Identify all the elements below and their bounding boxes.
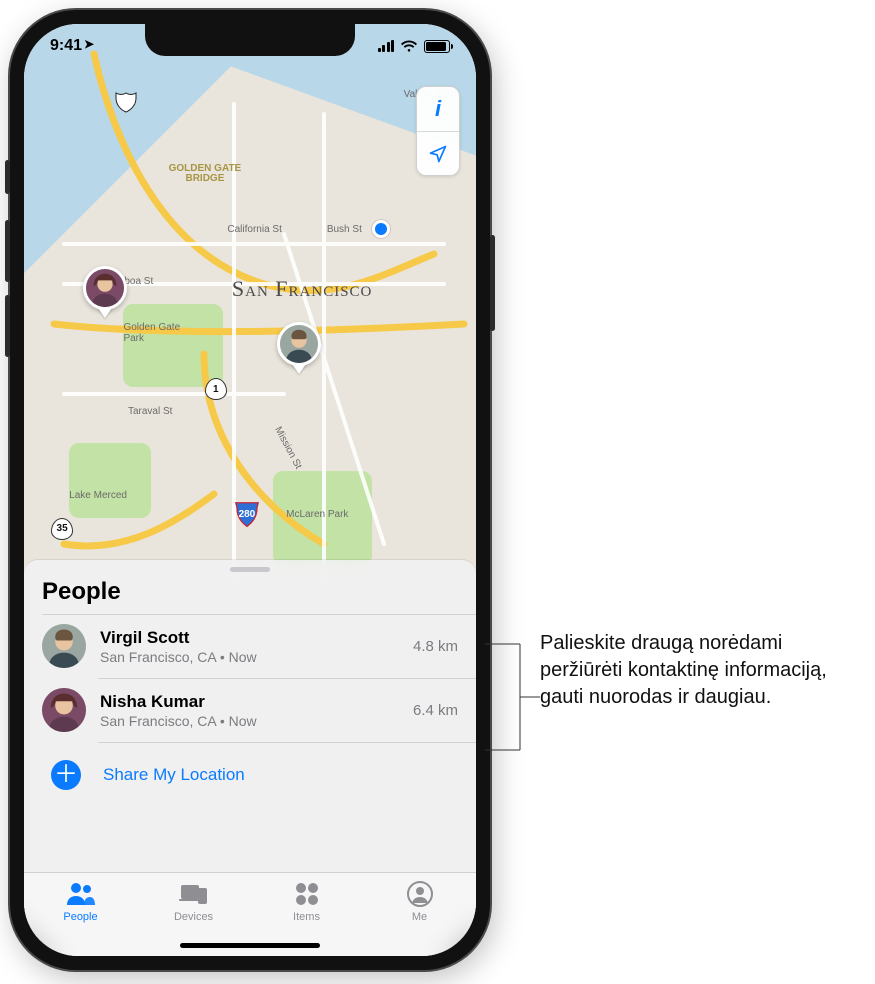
map-track-button[interactable] — [417, 131, 459, 175]
tab-people[interactable]: People — [24, 873, 137, 956]
location-services-icon: ➤ — [84, 37, 94, 51]
tab-me[interactable]: Me — [363, 873, 476, 956]
status-time: 9:41 — [50, 37, 82, 55]
sheet-grabber[interactable] — [230, 567, 270, 572]
map-label-taraval: Taraval St — [128, 406, 172, 417]
people-icon — [65, 880, 97, 908]
map-label-california: California St — [227, 224, 281, 235]
person-distance: 4.8 km — [413, 638, 458, 655]
person-distance: 6.4 km — [413, 702, 458, 719]
person-name: Virgil Scott — [100, 628, 399, 648]
map-label-ggb: GOLDEN GATE BRIDGE — [169, 164, 242, 185]
tab-label: People — [63, 911, 97, 923]
map-label-ggp: Golden Gate Park — [123, 322, 180, 344]
tab-label: Devices — [174, 911, 213, 923]
side-power-button — [490, 235, 495, 331]
battery-icon — [424, 40, 450, 53]
person-row-nisha[interactable]: Nisha Kumar San Francisco, CA • Now 6.4 … — [24, 678, 476, 742]
route-shield-ca1: 1 — [205, 378, 227, 400]
location-arrow-icon — [428, 144, 448, 164]
items-icon — [294, 880, 320, 908]
tab-label: Items — [293, 911, 320, 923]
friend-pin-virgil[interactable] — [277, 322, 321, 366]
map-label-mclaren: McLaren Park — [286, 509, 348, 520]
route-shield-ca35: 35 — [51, 518, 73, 540]
route-shield-us101: 101 — [114, 89, 138, 113]
help-callout: Palieskite draugą norėdami peržiūrėti ko… — [540, 630, 860, 970]
map-city-label: San Francisco — [232, 276, 373, 302]
person-name: Nisha Kumar — [100, 692, 399, 712]
map-label-lake: Lake Merced — [69, 490, 127, 501]
map-label-bush: Bush St — [327, 224, 362, 235]
screen: 9:41 ➤ — [24, 24, 476, 956]
person-sub: San Francisco, CA • Now — [100, 649, 399, 665]
people-list: Virgil Scott San Francisco, CA • Now 4.8… — [24, 614, 476, 800]
home-indicator[interactable] — [180, 943, 320, 948]
iphone-frame: 9:41 ➤ — [10, 10, 490, 970]
devices-icon — [179, 880, 209, 908]
callout-leader-line — [485, 638, 540, 758]
share-my-location-row[interactable]: ＋ Share My Location — [24, 742, 476, 800]
callout-text: Palieskite draugą norėdami peržiūrėti ko… — [540, 632, 827, 708]
person-row-virgil[interactable]: Virgil Scott San Francisco, CA • Now 4.8… — [24, 614, 476, 678]
avatar — [42, 688, 86, 732]
sheet-title: People — [24, 576, 476, 614]
notch — [145, 24, 355, 56]
route-shield-i280: 280 — [232, 499, 262, 529]
me-icon — [407, 880, 433, 908]
tab-label: Me — [412, 911, 427, 923]
side-volume-down — [5, 295, 10, 357]
side-mute-switch — [5, 160, 10, 194]
person-sub: San Francisco, CA • Now — [100, 713, 399, 729]
map-controls: i — [416, 86, 460, 176]
side-volume-up — [5, 220, 10, 282]
current-location-dot[interactable] — [372, 220, 390, 238]
cellular-signal-icon — [378, 40, 395, 52]
plus-icon: ＋ — [51, 760, 81, 790]
friend-pin-nisha[interactable] — [83, 266, 127, 310]
wifi-icon — [400, 39, 418, 53]
avatar — [42, 624, 86, 668]
share-label: Share My Location — [103, 765, 458, 785]
map-info-button[interactable]: i — [417, 87, 459, 131]
